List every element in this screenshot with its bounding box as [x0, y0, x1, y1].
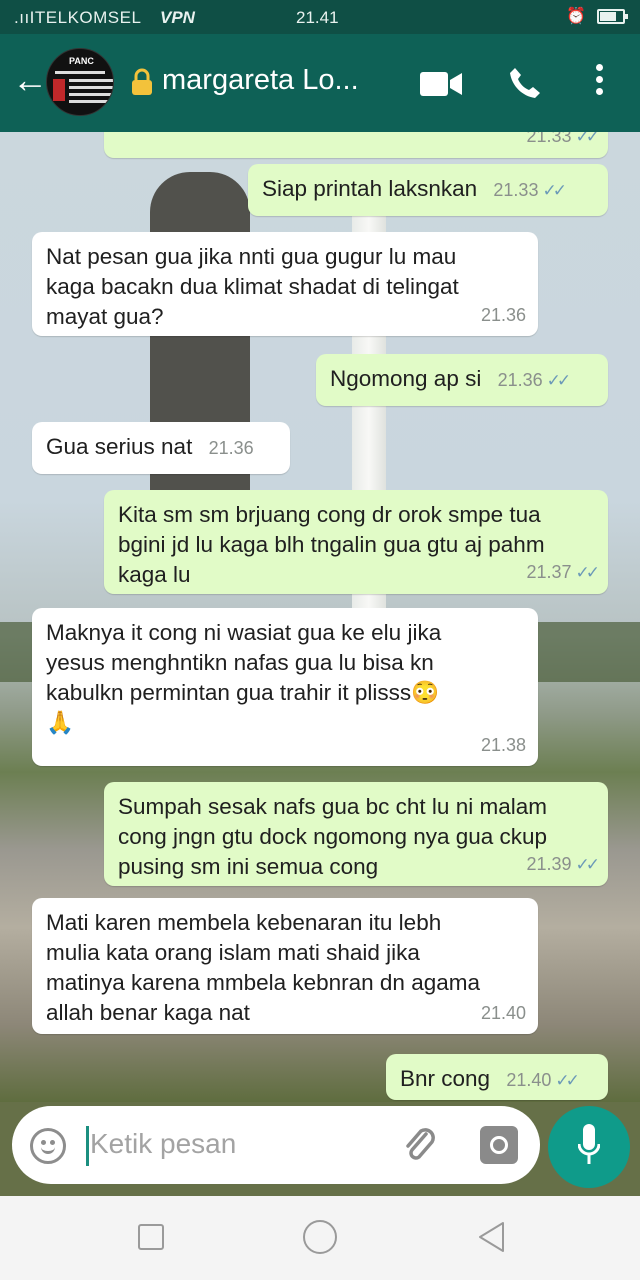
clock: 21.41 [296, 8, 339, 27]
wallpaper-statue [150, 172, 250, 532]
message-meta: 21.39 ✓✓ [526, 849, 600, 880]
message-meta: 21.40 [481, 998, 526, 1028]
avatar[interactable]: PANC [46, 48, 114, 116]
recents-icon[interactable] [138, 1224, 164, 1250]
system-nav-bar [0, 1196, 640, 1280]
back-arrow-icon[interactable]: ← [12, 60, 48, 100]
composer-bar: Ketik pesan [0, 1102, 640, 1196]
message-time: 21.33 [493, 180, 539, 200]
message-text: Maknya it cong ni wasiat gua ke elu jika… [46, 620, 442, 735]
message-bubble[interactable]: Gua serius nat 21.36 [32, 422, 290, 474]
message-meta: 21.36 [481, 300, 526, 330]
avatar-label: PANC [69, 56, 94, 66]
vpn-label: VPN [160, 8, 195, 27]
read-ticks-icon: ✓✓ [542, 181, 566, 200]
message-time: 21.37 [526, 562, 572, 582]
video-call-icon[interactable] [420, 70, 462, 98]
message-input[interactable]: Ketik pesan [12, 1106, 540, 1184]
message-time: 21.36 [208, 438, 254, 458]
message-meta: 21.36 [209, 433, 254, 463]
message-bubble[interactable]: Bnr cong 21.40 ✓✓ [386, 1054, 608, 1100]
message-text: Ngomong ap si [330, 366, 482, 391]
message-bubble[interactable]: Ngomong ap si 21.36 ✓✓ [316, 354, 608, 406]
message-time: 21.39 [526, 854, 572, 874]
camera-icon[interactable] [480, 1126, 518, 1164]
read-ticks-icon: ✓✓ [555, 1071, 579, 1090]
battery-level-fill [600, 12, 617, 21]
message-bubble[interactable]: 21.33 ✓✓ [104, 132, 608, 158]
status-bar: .ııITELKOMSEL VPN 21.41 ⏰ [0, 0, 640, 34]
message-meta: 21.38 [481, 730, 526, 760]
message-text: Bnr cong [400, 1066, 491, 1091]
message-text: Gua serius nat [46, 434, 193, 459]
contact-name[interactable]: margareta Lo... [162, 64, 359, 97]
message-meta: 21.37 ✓✓ [526, 557, 600, 588]
message-bubble[interactable]: Siap printah laksnkan 21.33 ✓✓ [248, 164, 608, 216]
alarm-icon: ⏰ [566, 8, 586, 25]
phone-call-icon[interactable] [508, 66, 542, 100]
chat-header: ← PANC margareta Lo... [0, 34, 640, 132]
lock-icon [132, 68, 152, 95]
message-text: Nat pesan gua jika nnti gua gugur lu mau… [46, 244, 459, 329]
message-text: Mati karen membela kebenaran itu lebh mu… [46, 910, 480, 1025]
home-icon[interactable] [303, 1220, 337, 1254]
read-ticks-icon: ✓✓ [546, 371, 571, 390]
message-text: Siap printah laksnkan [262, 176, 478, 201]
message-meta: 21.40 ✓✓ [506, 1065, 579, 1096]
carrier-label: .ııITELKOMSEL [14, 8, 142, 27]
message-time: 21.33 [526, 132, 572, 146]
message-text: Kita sm sm brjuang cong dr orok smpe tua… [118, 502, 545, 587]
message-time: 21.36 [480, 305, 526, 325]
message-bubble[interactable]: Sumpah sesak nafs gua bc cht lu ni malam… [104, 782, 608, 886]
read-ticks-icon: ✓✓ [575, 563, 600, 582]
message-bubble[interactable]: Maknya it cong ni wasiat gua ke elu jika… [32, 608, 538, 766]
emoji-icon[interactable] [30, 1128, 66, 1164]
read-ticks-icon: ✓✓ [575, 132, 600, 146]
message-meta: 21.33 ✓✓ [493, 175, 566, 206]
message-bubble[interactable]: Kita sm sm brjuang cong dr orok smpe tua… [104, 490, 608, 594]
message-time: 21.40 [480, 1003, 526, 1023]
read-ticks-icon: ✓✓ [575, 855, 600, 874]
message-input-placeholder: Ketik pesan [90, 1128, 237, 1159]
back-icon[interactable] [476, 1220, 506, 1254]
message-list[interactable]: 21.33 ✓✓ Siap printah laksnkan 21.33 ✓✓ Na… [0, 132, 640, 1102]
message-meta: 21.36 ✓✓ [497, 365, 571, 396]
message-bubble[interactable]: Mati karen membela kebenaran itu lebh mu… [32, 898, 538, 1034]
voice-record-button[interactable] [548, 1106, 630, 1188]
message-meta: 21.33 ✓✓ [526, 132, 600, 152]
message-text: Sumpah sesak nafs gua bc cht lu ni malam… [118, 794, 548, 879]
message-bubble[interactable]: Nat pesan gua jika nnti gua gugur lu mau… [32, 232, 538, 336]
mic-icon [578, 1124, 600, 1164]
message-time: 21.36 [497, 370, 543, 390]
battery-icon [597, 9, 628, 24]
more-vert-icon[interactable] [593, 64, 605, 102]
message-time: 21.40 [506, 1070, 552, 1090]
text-caret [86, 1126, 89, 1166]
attach-icon[interactable] [402, 1126, 438, 1166]
message-time: 21.38 [480, 735, 526, 755]
